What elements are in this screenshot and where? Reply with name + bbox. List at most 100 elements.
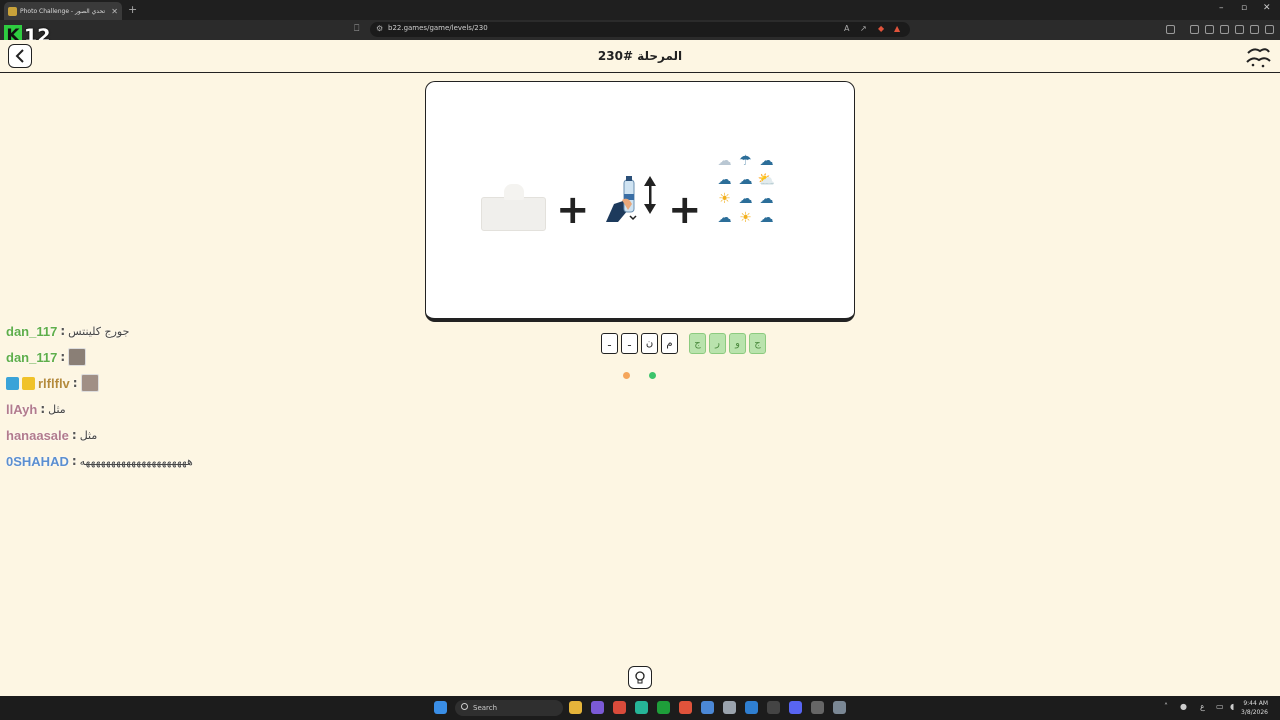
vpn-icon[interactable]: [1250, 25, 1259, 34]
chat-username: 0SHAHAD: [6, 453, 69, 469]
settings-icon[interactable]: [833, 701, 846, 714]
snow-cloud-icon: ☁: [738, 191, 753, 207]
progress-dot-orange: [623, 372, 630, 379]
tissue-box-image: [481, 184, 546, 231]
sun-icon: ☀: [718, 191, 731, 207]
letter-tile[interactable]: ج: [749, 333, 766, 354]
clock[interactable]: 9:44 AM 3/8/2026: [1241, 699, 1268, 717]
rain-cloud-icon: ☁: [717, 172, 732, 188]
crown-badge-icon: [22, 376, 35, 390]
browser-toolbar: ⎕ ⚙ b22.games/game/levels/230 A ↗ ◆ ▲: [0, 20, 1280, 40]
chat-image: [80, 374, 99, 392]
restore-icon[interactable]: ▫: [1241, 3, 1247, 13]
taskbar-search[interactable]: Search: [455, 700, 563, 716]
rain-cloud-icon: ☁: [759, 210, 774, 226]
chat-image: [68, 348, 87, 366]
search-icon: [461, 703, 468, 710]
extensions-icon[interactable]: [1166, 25, 1175, 34]
chat-username: rlflflv: [38, 375, 70, 391]
bookmark-icon[interactable]: ⎕: [354, 24, 359, 34]
chat-message: dan_117 :: [6, 344, 266, 370]
wallet-icon[interactable]: [1220, 25, 1229, 34]
discord-icon[interactable]: [789, 701, 802, 714]
chat-username: dan_117: [6, 349, 58, 365]
app-icon[interactable]: [811, 701, 824, 714]
chat-text: جورج كلينتس: [68, 324, 130, 338]
xbox-icon[interactable]: [657, 701, 670, 714]
hint-button[interactable]: [628, 666, 652, 689]
chat-message: llAyh : مثل: [6, 396, 266, 422]
close-window-icon[interactable]: ✕: [1263, 3, 1271, 13]
app-icon[interactable]: [591, 701, 604, 714]
network-icon[interactable]: ▭: [1216, 702, 1224, 711]
rain-cloud-icon: ☁: [759, 191, 774, 207]
brave-shield-icon[interactable]: ◆: [878, 24, 884, 33]
translate-icon[interactable]: A: [844, 24, 849, 33]
chat-text: مثل: [79, 428, 98, 442]
leo-icon[interactable]: [1235, 25, 1244, 34]
chat-separator: :: [60, 350, 66, 364]
badge-icon: [6, 376, 19, 390]
close-tab-icon[interactable]: ✕: [111, 7, 118, 16]
start-icon[interactable]: [434, 701, 447, 714]
media-icon[interactable]: [1190, 25, 1199, 34]
answer-slot[interactable]: م: [661, 333, 678, 354]
stream-chat: dan_117 : جورج كلينتس dan_117 : rlflflv …: [6, 318, 266, 474]
chat-separator: :: [40, 402, 46, 416]
app-icon[interactable]: [635, 701, 648, 714]
tab-photo-challenge[interactable]: Photo Challenge - تحدي الصور ✕: [4, 2, 122, 20]
chat-message: 0SHAHAD : هههههههههههههههههههههه: [6, 448, 266, 474]
lightbulb-icon: [635, 670, 645, 683]
language-icon[interactable]: ع: [1200, 702, 1205, 711]
rain-cloud-icon: ☁: [759, 153, 774, 169]
game-header: المرحلة #230: [0, 40, 1280, 73]
chat-text: مثل: [48, 402, 66, 416]
share-icon[interactable]: ↗: [860, 24, 867, 33]
letter-tile[interactable]: ر: [709, 333, 726, 354]
os-taskbar: Search ˄ ● ع ▭ ◖ 9:44 AM 3/8/2026: [0, 696, 1280, 720]
plus-operator: +: [668, 187, 702, 233]
volume-icon[interactable]: ◖: [1230, 702, 1234, 711]
snow-cloud-icon: ☁: [738, 172, 753, 188]
clock-date: 3/8/2026: [1241, 709, 1268, 716]
site-info-icon[interactable]: ⚙: [376, 24, 383, 33]
letter-tiles: ج ر و ج: [689, 333, 766, 354]
plus-operator: +: [556, 187, 590, 233]
app-icon[interactable]: [723, 701, 736, 714]
chat-username: dan_117: [6, 323, 58, 339]
edge-icon[interactable]: [745, 701, 758, 714]
favicon-icon: [8, 6, 17, 16]
chat-separator: :: [71, 454, 77, 468]
app-icon[interactable]: [613, 701, 626, 714]
clock-time: 9:44 AM: [1243, 700, 1268, 707]
chat-message: rlflflv :: [6, 370, 266, 396]
chat-separator: :: [71, 428, 77, 442]
letter-tile[interactable]: و: [729, 333, 746, 354]
tray-chevron-icon[interactable]: ˄: [1164, 702, 1168, 711]
back-button[interactable]: [8, 44, 32, 68]
level-title: المرحلة #230: [597, 49, 683, 63]
file-explorer-icon[interactable]: [569, 701, 582, 714]
answer-slot[interactable]: ن: [641, 333, 658, 354]
weather-icons-image: ☁ ☂ ☁ ☁ ☁ ⛅ ☀ ☁ ☁ ☁ ☀ ☁: [714, 152, 778, 228]
terminal-icon[interactable]: [767, 701, 780, 714]
brave-browser-icon[interactable]: [679, 701, 692, 714]
letter-tile[interactable]: ج: [689, 333, 706, 354]
microphone-icon[interactable]: ●: [1180, 702, 1187, 711]
address-bar[interactable]: ⚙ b22.games/game/levels/230 A ↗ ◆ ▲: [370, 22, 910, 37]
sun-icon: ☀: [739, 210, 752, 226]
sidebar-icon[interactable]: [1205, 25, 1214, 34]
url-text: b22.games/game/levels/230: [388, 24, 488, 32]
menu-icon[interactable]: [1265, 25, 1274, 34]
logo-icon: [1246, 48, 1271, 68]
minimize-icon[interactable]: –: [1219, 3, 1224, 13]
rain-cloud-icon: ☂: [739, 153, 752, 169]
chat-text: هههههههههههههههههههههه: [79, 454, 193, 468]
answer-slot[interactable]: ـ: [601, 333, 618, 354]
puzzle-card: + + ☁ ☂ ☁ ☁ ☁ ⛅ ☀ ☁ ☁ ☁ ☀ ☁: [425, 81, 855, 322]
answer-slot[interactable]: ـ: [621, 333, 638, 354]
brave-rewards-icon[interactable]: ▲: [894, 24, 900, 33]
app-icon[interactable]: [701, 701, 714, 714]
new-tab-button[interactable]: +: [128, 3, 137, 16]
chat-separator: :: [72, 376, 78, 390]
